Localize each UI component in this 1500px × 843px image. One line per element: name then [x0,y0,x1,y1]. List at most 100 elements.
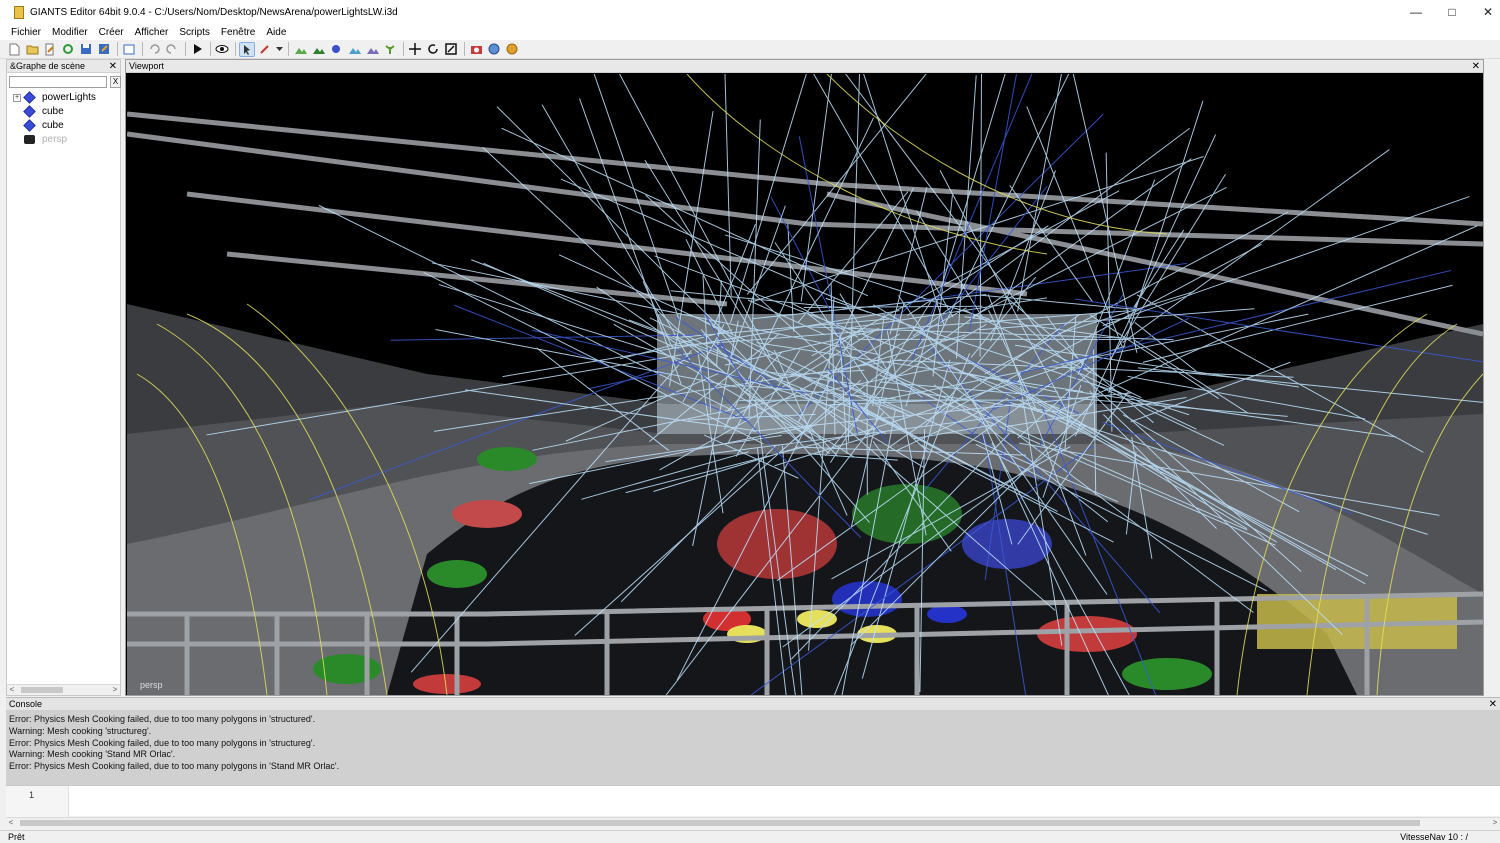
console-line: Warning: Mesh cooking 'Stand MR Orlac'. [9,749,176,760]
new-file-icon[interactable] [6,42,22,57]
import-icon[interactable] [121,42,137,57]
expand-icon[interactable]: + [13,93,21,102]
viewport-3d-view[interactable]: persp [127,74,1483,695]
tree-item-label: persp [42,134,68,145]
close-window-button[interactable]: ✕ [1470,0,1500,24]
decal-icon[interactable] [364,42,380,57]
console-title: Console [9,699,43,709]
scroll-left-icon[interactable]: < [7,685,17,695]
globe-icon[interactable] [486,42,502,57]
main-toolbar [0,40,1500,59]
console-line: Error: Physics Mesh Cooking failed, due … [9,761,340,772]
toolbar-separator [142,42,143,56]
minimize-icon: — [1410,5,1422,19]
toolbar-separator [210,42,211,56]
scenegraph-panel: &Graphe de scène ✕ X + powerLights cube … [6,59,121,696]
menu-fenetre[interactable]: Fenêtre [221,27,255,38]
dropdown-arrow-icon[interactable] [275,42,283,57]
refresh-icon[interactable] [60,42,76,57]
eye-icon[interactable] [214,42,230,57]
scale-icon[interactable] [443,42,459,57]
plant-icon[interactable] [382,42,398,57]
scenegraph-close-button[interactable]: ✕ [109,60,117,73]
save-icon[interactable] [78,42,94,57]
menu-bar: Fichier Modifier Créer Afficher Scripts … [0,24,1500,40]
object-paint-icon[interactable] [328,42,344,57]
console-header: Console ✕ [6,698,1500,711]
menu-aide[interactable]: Aide [266,27,286,38]
undo-icon[interactable] [146,42,162,57]
line-number: 1 [29,790,35,800]
play-icon[interactable] [189,42,205,57]
console-panel: Console ✕ Error: Physics Mesh Cooking fa… [6,697,1500,785]
tree-item-label: powerLights [42,92,96,103]
toolbar-separator [464,42,465,56]
cube-icon [23,91,36,104]
rotate-icon[interactable] [425,42,441,57]
menu-creer[interactable]: Créer [99,27,124,38]
terrain-paint-icon[interactable] [310,42,326,57]
scrollbar-thumb[interactable] [21,687,63,693]
search-clear-button[interactable]: X [110,76,121,88]
maximize-button[interactable]: □ [1434,0,1470,24]
menu-modifier[interactable]: Modifier [52,27,88,38]
camera-icon[interactable] [468,42,484,57]
redo-icon[interactable] [164,42,180,57]
tree-item-cube[interactable]: cube [13,105,64,118]
scenegraph-search: X [9,76,121,88]
scenegraph-search-input[interactable] [9,76,107,88]
console-line: Error: Physics Mesh Cooking failed, due … [9,714,316,724]
light-beam-line [981,294,1137,311]
light-beam-line [496,106,735,342]
tree-item-persp[interactable]: persp [13,133,67,146]
tree-item-label: cube [42,120,64,131]
toolbar-separator [185,42,186,56]
light-beam-line [751,156,1204,303]
toolbar-separator [235,42,236,56]
menu-scripts[interactable]: Scripts [179,27,210,38]
scroll-left-icon[interactable]: < [6,818,16,828]
minimize-button[interactable]: — [1398,0,1434,24]
scroll-right-icon[interactable]: > [110,685,120,695]
paint-tool-icon[interactable] [257,42,273,57]
tree-item-cube[interactable]: cube [13,119,64,132]
script-editor[interactable]: 1 [6,785,1500,817]
select-tool-icon[interactable] [239,41,255,57]
foliage-icon[interactable] [346,42,362,57]
edit-file-icon[interactable] [42,42,58,57]
console-output: Error: Physics Mesh Cooking failed, due … [9,714,339,773]
save-as-icon[interactable] [96,42,112,57]
menu-afficher[interactable]: Afficher [135,27,169,38]
close-icon: ✕ [1482,5,1494,19]
line-number-gutter: 1 [6,786,69,817]
light-beam-line [1089,314,1219,400]
tree-item-powerlights[interactable]: + powerLights [13,91,96,104]
terrain-icon[interactable] [292,42,308,57]
cube-icon [23,119,36,132]
nav-speed-text: VitesseNav 10 : / [1400,832,1468,842]
tree-item-label: cube [42,106,64,117]
console-close-button[interactable]: ✕ [1489,698,1497,711]
light-beam-line [1122,149,1390,343]
scenegraph-title: &Graphe de scène [10,61,86,71]
arena-scene [127,74,1483,695]
help-icon[interactable] [504,42,520,57]
menu-fichier[interactable]: Fichier [11,27,41,38]
scenegraph-scrollbar[interactable]: < > [7,684,120,695]
toolbar-separator [117,42,118,56]
scroll-right-icon[interactable]: > [1490,818,1500,828]
scrollbar-thumb[interactable] [20,820,1420,826]
move-icon[interactable] [407,42,423,57]
viewport-panel: Viewport ✕ persp [125,59,1484,696]
scenegraph-header: &Graphe de scène ✕ [7,60,120,73]
light-beam-line [712,224,756,329]
camera-icon [24,135,35,144]
viewport-close-button[interactable]: ✕ [1472,60,1480,73]
right-dock-strip [1486,59,1500,696]
camera-label: persp [140,680,163,690]
script-scrollbar[interactable]: < > [6,817,1500,828]
open-folder-icon[interactable] [24,42,40,57]
maximize-icon: □ [1448,5,1456,19]
cube-icon [23,105,36,118]
light-beam-line [724,234,990,320]
